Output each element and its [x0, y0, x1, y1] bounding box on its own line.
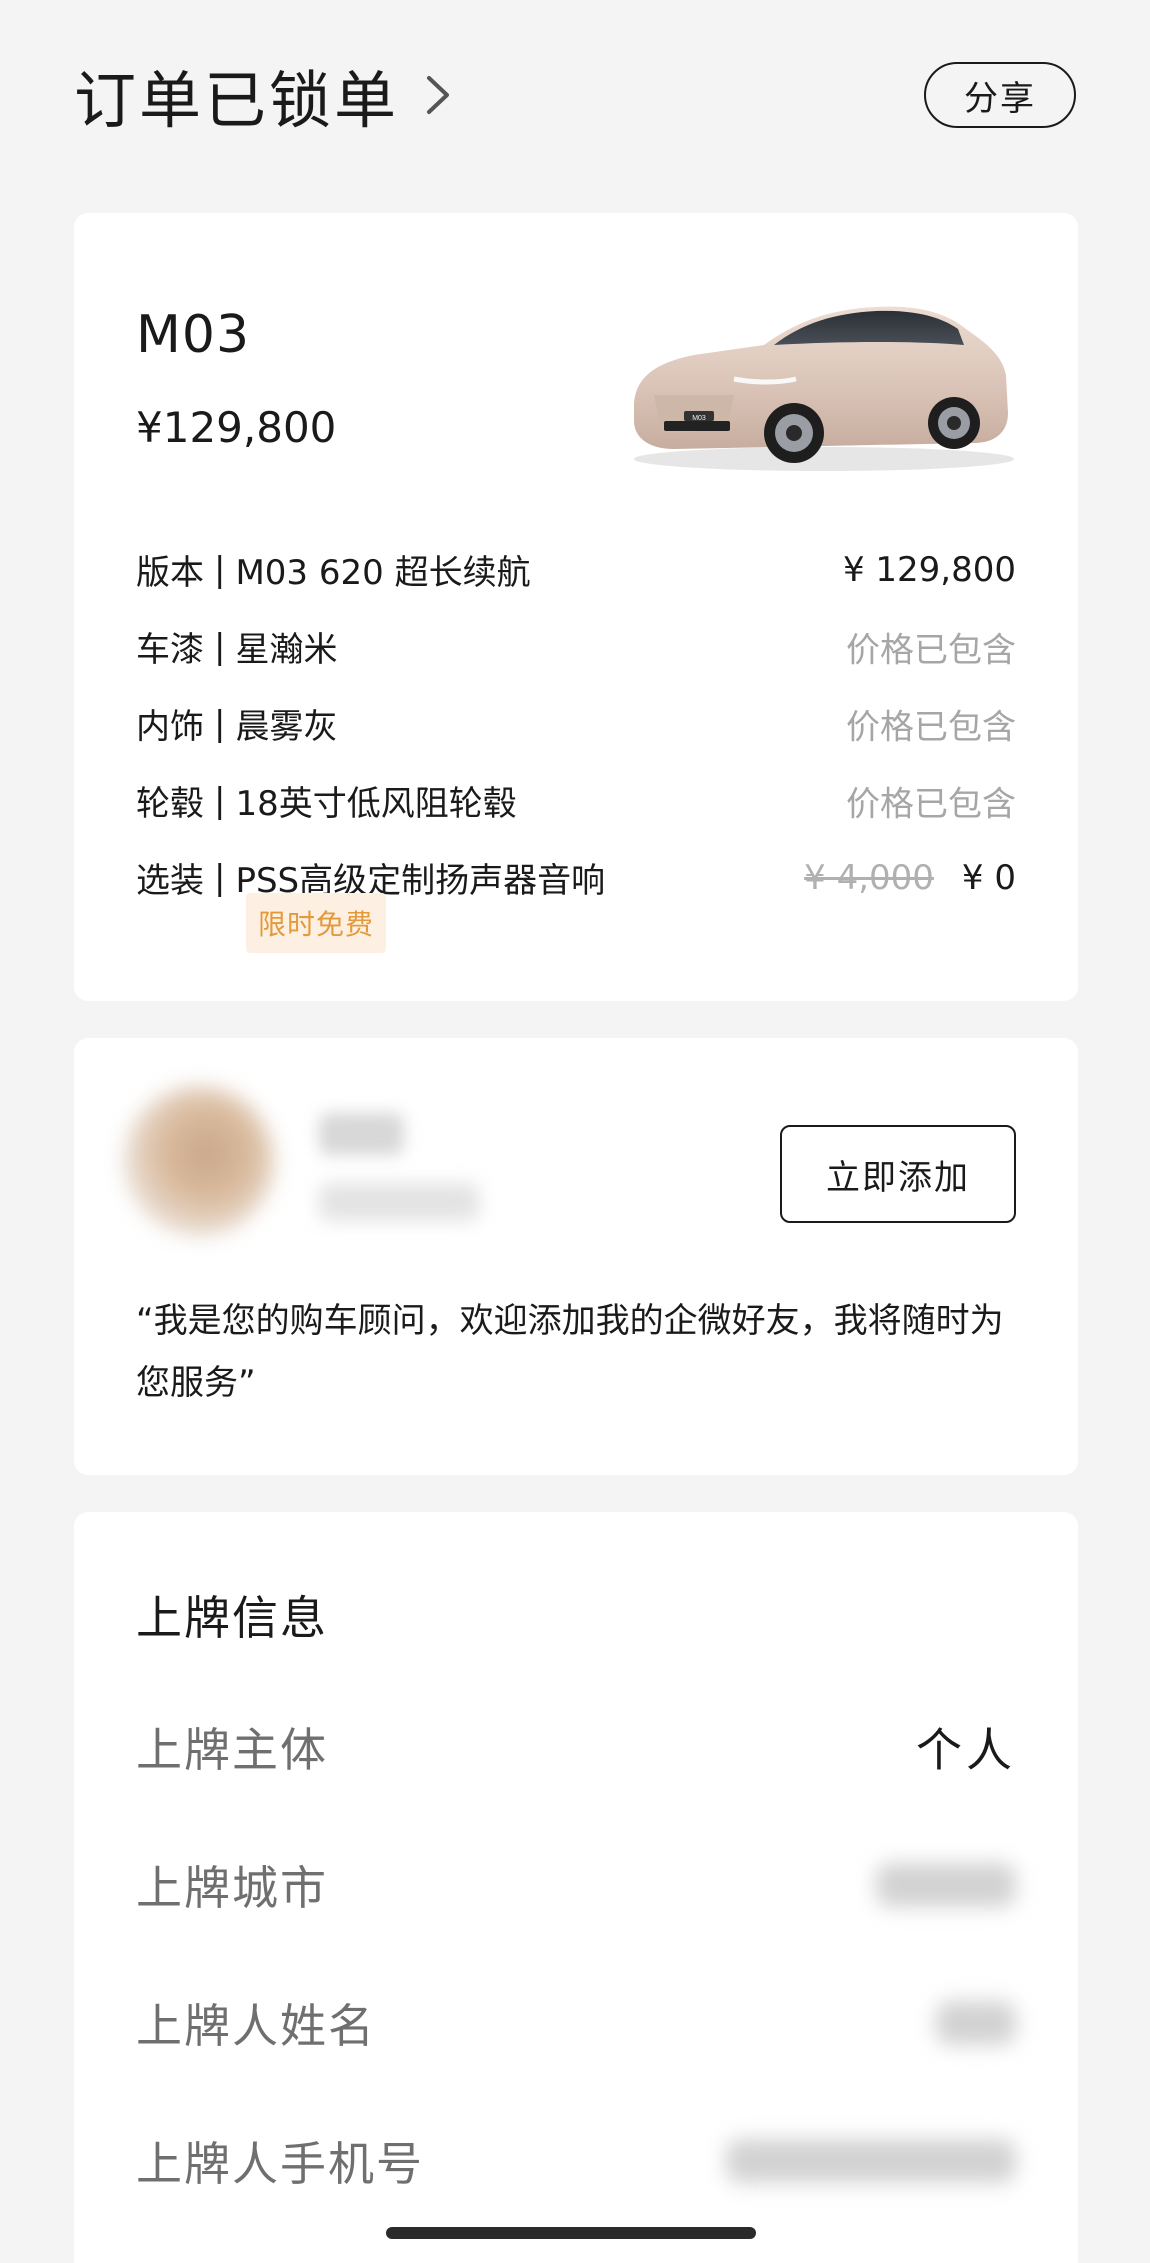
- advisor-subtitle-redacted: [319, 1183, 479, 1221]
- spec-value: 晨雾灰: [235, 707, 338, 747]
- advisor-card: 立即添加 “我是您的购车顾问，欢迎添加我的企微好友，我将随时为您服务”: [74, 1038, 1078, 1475]
- spec-list: 版本 | M03 620 超长续航 ¥ 129,800 车漆 | 星瀚米 价格已…: [136, 531, 1016, 916]
- spec-separator: |: [214, 703, 226, 744]
- avatar: [124, 1086, 274, 1236]
- plate-row-city: 上牌城市: [136, 1845, 1016, 1925]
- header: 订单已锁单 分享: [74, 50, 1076, 140]
- spec-row-paint: 车漆 | 星瀚米 价格已包含: [136, 608, 1016, 685]
- plate-value-redacted: [876, 1863, 1016, 1907]
- share-button[interactable]: 分享: [924, 62, 1076, 128]
- spec-row-interior: 内饰 | 晨雾灰 价格已包含: [136, 685, 1016, 762]
- spec-label: 选装: [136, 861, 204, 901]
- model-name: M03: [136, 305, 251, 365]
- spec-label: 车漆: [136, 630, 204, 670]
- spec-separator: |: [214, 549, 226, 590]
- car-order-card: M03 ¥129,800 M03 版本 | M03 620 超长续航 ¥ 129…: [74, 213, 1078, 1001]
- spec-price: ¥ 129,800: [842, 549, 1016, 590]
- home-indicator[interactable]: [386, 2227, 756, 2239]
- spec-separator: |: [214, 626, 226, 667]
- spec-separator: |: [214, 857, 226, 898]
- plate-info-card: 上牌信息 上牌主体 个人 上牌城市 上牌人姓名 上牌人手机号: [74, 1512, 1078, 2263]
- spec-label: 版本: [136, 553, 204, 593]
- section-title: 上牌信息: [136, 1591, 328, 1645]
- plate-row-phone: 上牌人手机号: [136, 2121, 1016, 2201]
- plate-label: 上牌主体: [136, 1723, 328, 1777]
- chevron-right-icon: [427, 76, 450, 114]
- spec-row-version: 版本 | M03 620 超长续航 ¥ 129,800: [136, 531, 1016, 608]
- spec-price-group: ¥ 4,000 ¥ 0: [804, 858, 1016, 898]
- order-status-link[interactable]: 订单已锁单: [74, 50, 455, 140]
- plate-row-owner: 上牌主体 个人: [136, 1707, 1016, 1787]
- order-page: 订单已锁单 分享 M03 ¥129,800 M03 版本 | M03 620 超…: [0, 0, 1150, 2263]
- spec-label: 内饰: [136, 707, 204, 747]
- page-title: 订单已锁单: [74, 64, 400, 137]
- advisor-name-redacted: [319, 1113, 404, 1155]
- spec-price: 价格已包含: [846, 630, 1016, 670]
- spec-price: 价格已包含: [846, 784, 1016, 824]
- spec-label: 轮毂: [136, 784, 204, 824]
- spec-row-wheels: 轮毂 | 18英寸低风阻轮毂 价格已包含: [136, 762, 1016, 839]
- car-plate-text: M03: [692, 415, 706, 422]
- spec-price: 价格已包含: [846, 707, 1016, 747]
- plate-value-redacted: [936, 2001, 1016, 2045]
- original-price: ¥ 4,000: [804, 857, 934, 898]
- plate-value: 个人: [916, 1723, 1016, 1777]
- plate-label: 上牌人手机号: [136, 2137, 424, 2191]
- plate-row-name: 上牌人姓名: [136, 1983, 1016, 2063]
- spec-separator: |: [214, 780, 226, 821]
- spec-value: M03 620 超长续航: [235, 553, 531, 593]
- advisor-message: “我是您的购车顾问，欢迎添加我的企微好友，我将随时为您服务”: [136, 1301, 1004, 1403]
- free-badge: 限时免费: [246, 893, 387, 953]
- spec-value: 18英寸低风阻轮毂: [235, 784, 517, 824]
- discounted-price: ¥ 0: [961, 857, 1016, 898]
- plate-label: 上牌人姓名: [136, 1999, 376, 2053]
- car-image: M03: [634, 306, 1014, 471]
- plate-label: 上牌城市: [136, 1861, 328, 1915]
- spec-value: 星瀚米: [235, 630, 338, 670]
- model-price: ¥129,800: [136, 403, 337, 452]
- add-advisor-button[interactable]: 立即添加: [780, 1125, 1016, 1223]
- plate-value-redacted: [726, 2139, 1016, 2183]
